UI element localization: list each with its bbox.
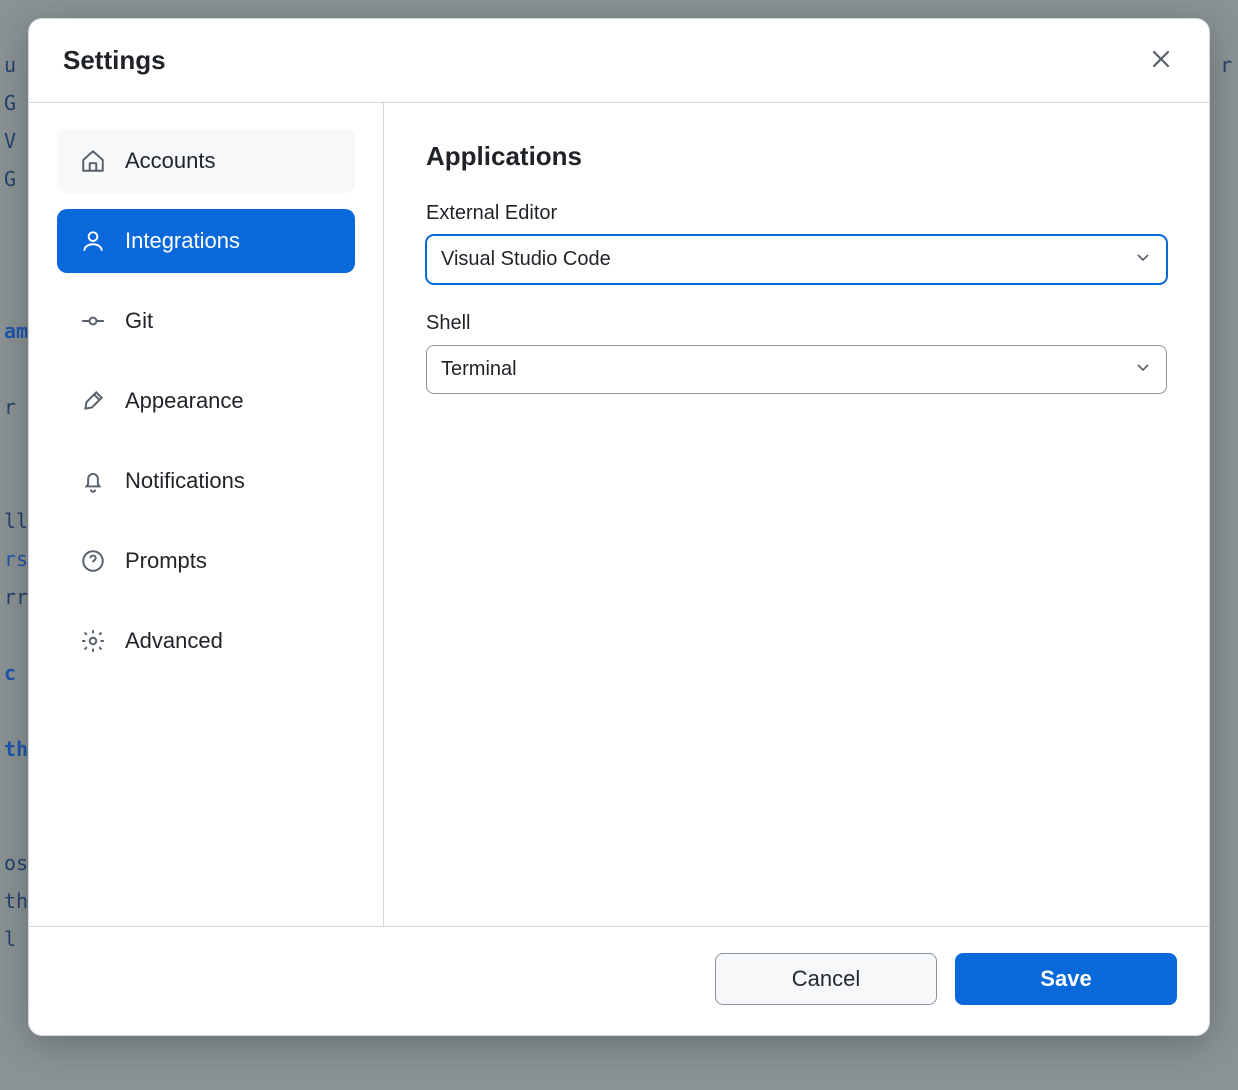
sidebar-item-prompts[interactable]: Prompts [57, 529, 355, 593]
gear-icon [79, 627, 107, 655]
sidebar-item-appearance[interactable]: Appearance [57, 369, 355, 433]
sidebar-item-label: Integrations [125, 228, 240, 254]
git-commit-icon [79, 307, 107, 335]
shell-label: Shell [426, 312, 1167, 335]
save-button[interactable]: Save [955, 953, 1177, 1005]
sidebar-item-label: Appearance [125, 388, 244, 414]
sidebar-item-git[interactable]: Git [57, 289, 355, 353]
shell-select[interactable]: Terminal [426, 345, 1167, 394]
sidebar-item-label: Git [125, 308, 153, 334]
modal-title: Settings [63, 45, 166, 76]
external-editor-select[interactable]: Visual Studio Code [426, 235, 1167, 284]
shell-field: Shell Terminal [426, 312, 1167, 394]
sidebar-item-label: Notifications [125, 468, 245, 494]
home-icon [79, 147, 107, 175]
close-button[interactable] [1145, 43, 1177, 78]
sidebar-item-notifications[interactable]: Notifications [57, 449, 355, 513]
close-icon [1149, 47, 1173, 74]
sidebar-item-label: Prompts [125, 548, 207, 574]
cancel-button[interactable]: Cancel [715, 953, 937, 1005]
sidebar-item-label: Accounts [125, 148, 216, 174]
settings-modal: Settings Accounts Integrations [28, 18, 1210, 1036]
modal-body: Accounts Integrations Git Appearance [29, 103, 1209, 926]
sidebar-item-advanced[interactable]: Advanced [57, 609, 355, 673]
section-title-applications: Applications [426, 141, 1167, 172]
modal-footer: Cancel Save [29, 926, 1209, 1035]
sidebar-item-accounts[interactable]: Accounts [57, 129, 355, 193]
settings-main-pane: Applications External Editor Visual Stud… [384, 103, 1209, 926]
bell-icon [79, 467, 107, 495]
settings-sidebar: Accounts Integrations Git Appearance [29, 103, 384, 926]
sidebar-item-integrations[interactable]: Integrations [57, 209, 355, 273]
external-editor-field: External Editor Visual Studio Code [426, 202, 1167, 284]
modal-header: Settings [29, 19, 1209, 103]
paintbrush-icon [79, 387, 107, 415]
question-circle-icon [79, 547, 107, 575]
external-editor-label: External Editor [426, 202, 1167, 225]
person-icon [79, 227, 107, 255]
sidebar-item-label: Advanced [125, 628, 223, 654]
